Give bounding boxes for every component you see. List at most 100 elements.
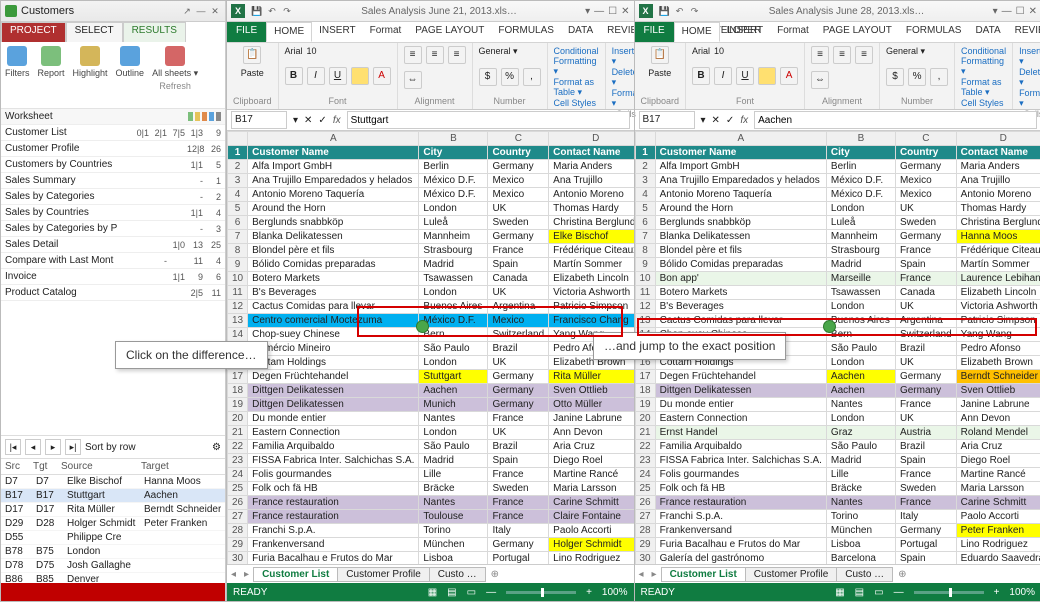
filters-button[interactable]: Filters (5, 68, 30, 78)
qat-save-icon[interactable]: 💾 (251, 5, 263, 17)
fx-enter[interactable]: ✓ (726, 115, 734, 126)
table-row[interactable]: 5Around the HornLondonUKThomas Hardy (228, 202, 634, 216)
align-left-button[interactable]: ≡ (811, 46, 829, 64)
italic-button[interactable]: I (307, 67, 325, 85)
zoom-in-button[interactable]: + (994, 587, 1000, 598)
view-normal-icon[interactable]: ▦ (428, 587, 437, 598)
align-right-button[interactable]: ≡ (855, 46, 873, 64)
worksheet-row[interactable]: Sales by Categories by P-3 (1, 221, 225, 237)
align-left-button[interactable]: ≡ (404, 46, 422, 64)
table-row[interactable]: 29FrankenversandMünchenGermanyHolger Sch… (228, 538, 634, 552)
insert-button[interactable]: Insert ▾ (1019, 46, 1040, 67)
ribbon-tab-formulas[interactable]: FORMULAS (491, 22, 561, 42)
align-right-button[interactable]: ≡ (448, 46, 466, 64)
sheet-tab[interactable]: Custo … (429, 567, 486, 582)
all-sheets-button[interactable]: All sheets ▾ (152, 68, 198, 79)
name-box[interactable]: B17 (231, 111, 287, 129)
table-row[interactable]: 4Antonio Moreno TaqueríaMéxico D.F.Mexic… (635, 188, 1040, 202)
zoom-level[interactable]: 100% (602, 587, 628, 598)
sheet-nav-prev[interactable]: ◂ (635, 569, 648, 580)
outline-button[interactable]: Outline (116, 68, 145, 78)
worksheet-row[interactable]: Invoice1|196 (1, 269, 225, 285)
qat-undo-icon[interactable]: ↶ (674, 5, 686, 17)
worksheet-row[interactable]: Product Catalog2|511 (1, 285, 225, 301)
table-row[interactable]: 29Furia Bacalhau e Frutos do MarLisboaPo… (635, 538, 1040, 552)
number-format[interactable]: General ▾ (479, 46, 518, 57)
grid[interactable]: ABCDE1Customer NameCityCountryContact Na… (227, 131, 634, 564)
highlight-button[interactable]: Highlight (73, 68, 108, 78)
table-row[interactable]: 14Chop-suey ChineseBernSwitzerlandYang W… (228, 328, 634, 342)
table-row[interactable]: 17Degen FrüchtehandelAachenGermanyBerndt… (635, 370, 1040, 384)
sheet-tab[interactable]: Custo … (836, 567, 893, 582)
table-row[interactable]: 26France restaurationNantesFranceCarine … (635, 496, 1040, 510)
tab-select[interactable]: SELECT (66, 22, 123, 42)
diff-row[interactable]: D7D7Elke BischofHanna Moos (1, 475, 225, 489)
table-row[interactable]: 3Ana Trujillo Emparedados y heladosMéxic… (228, 174, 634, 188)
delete-button[interactable]: Delete ▾ (1019, 67, 1040, 88)
ribbon-tab-data[interactable]: DATA (968, 22, 1007, 42)
italic-button[interactable]: I (714, 67, 732, 85)
font-color-button[interactable]: A (780, 67, 798, 85)
worksheet-row[interactable]: Sales Summary-1 (1, 173, 225, 189)
view-break-icon[interactable]: ▭ (874, 587, 883, 598)
ribbon-tab-page layout[interactable]: PAGE LAYOUT (408, 22, 491, 42)
sheet-nav-next[interactable]: ▸ (648, 569, 661, 580)
qat-redo-icon[interactable]: ↷ (689, 5, 701, 17)
number-format[interactable]: General ▾ (886, 46, 925, 57)
diff-row[interactable]: D29D28Holger SchmidtPeter Franken (1, 517, 225, 531)
currency-button[interactable]: $ (886, 68, 904, 86)
table-row[interactable]: 12Cactus Comidas para llevarBuenos Aires… (228, 300, 634, 314)
sheet-tab[interactable]: Customer List (661, 567, 746, 582)
comma-button[interactable]: , (930, 68, 948, 86)
table-row[interactable]: 27France restaurationToulouseFranceClair… (228, 510, 634, 524)
col-header-D[interactable]: D (956, 132, 1040, 146)
col-header-D[interactable]: D (549, 132, 634, 146)
nav-first[interactable]: |◂ (5, 439, 21, 455)
table-row[interactable]: 4Antonio Moreno TaqueríaMéxico D.F.Mexic… (228, 188, 634, 202)
table-row[interactable]: 25Folk och fä HBBräckeSwedenMaria Larsso… (635, 482, 1040, 496)
currency-button[interactable]: $ (479, 68, 497, 86)
table-row[interactable]: 12B's BeveragesLondonUKVictoria Ashworth (635, 300, 1040, 314)
sheet-nav-next[interactable]: ▸ (240, 569, 253, 580)
fill-color-button[interactable] (758, 67, 776, 85)
table-row[interactable]: 27Franchi S.p.A.TorinoItalyPaolo Accorti… (635, 510, 1040, 524)
font-name[interactable]: Arial (285, 46, 303, 56)
format-as-table-button[interactable]: Format as Table ▾ (554, 77, 599, 98)
table-row[interactable]: 6Berglunds snabbköpLuleåSwedenChristina … (635, 216, 1040, 230)
table-row[interactable]: 8Blondel père et filsStrasbourgFranceFré… (228, 244, 634, 258)
win-max-button[interactable]: ☐ (608, 6, 617, 17)
tab-project[interactable]: PROJECT (1, 22, 66, 42)
merge-button[interactable]: ⇔ (404, 71, 422, 89)
font-color-button[interactable]: A (373, 67, 391, 85)
table-row[interactable]: 2Alfa Import GmbHBerlinGermanyMaria Ande… (635, 160, 1040, 174)
ribbon-tab-home[interactable]: HOME (674, 22, 720, 42)
conditional-formatting-button[interactable]: Conditional Formatting ▾ (554, 46, 599, 77)
table-row[interactable]: 19Dittgen DelikatessenMunichGermanyOtto … (228, 398, 634, 412)
table-row[interactable]: 7Blanka DelikatessenMannheimGermanyElke … (228, 230, 634, 244)
ribbon-collapse-button[interactable]: ▾ (585, 6, 590, 17)
table-row[interactable]: 13Centro comercial MoctezumaMéxico D.F.M… (228, 314, 634, 328)
worksheet-row[interactable]: Customer Profile12|826 (1, 141, 225, 157)
view-normal-icon[interactable]: ▦ (835, 587, 844, 598)
table-row[interactable]: 11Botero MarketsTsawassenCanadaElizabeth… (635, 286, 1040, 300)
table-row[interactable]: 22Familia ArquibaldoSão PauloBrazilAria … (635, 440, 1040, 454)
worksheet-row[interactable]: Compare with Last Mont-114 (1, 253, 225, 269)
ribbon-collapse-button[interactable]: ▾ (993, 6, 998, 17)
table-row[interactable]: 23FISSA Fabrica Inter. Salchichas S.A.Ma… (228, 454, 634, 468)
bold-button[interactable]: B (692, 67, 710, 85)
worksheet-row[interactable]: Sales Detail1|01325 (1, 237, 225, 253)
win-close-button[interactable]: ✕ (1029, 6, 1037, 17)
tab-results[interactable]: RESULTS (123, 22, 186, 42)
name-box[interactable]: B17 (639, 111, 695, 129)
win-max-button[interactable]: ☐ (1016, 6, 1025, 17)
formula-input[interactable] (347, 111, 630, 129)
table-row[interactable]: 7Blanka DelikatessenMannheimGermanyHanna… (635, 230, 1040, 244)
new-sheet-button[interactable]: ⊕ (892, 569, 912, 580)
win-close-button[interactable]: ✕ (621, 6, 629, 17)
underline-button[interactable]: U (736, 67, 754, 85)
table-row[interactable]: 15Comércio MineiroSão PauloBrazilPedro A… (228, 342, 634, 356)
table-row[interactable]: 6Berglunds snabbköpLuleåSwedenChristina … (228, 216, 634, 230)
select-all[interactable] (635, 132, 655, 146)
table-row[interactable]: 30Furia Bacalhau e Frutos do MarLisboaPo… (228, 552, 634, 565)
table-row[interactable]: 21Eastern ConnectionLondonUKAnn Devon (228, 426, 634, 440)
